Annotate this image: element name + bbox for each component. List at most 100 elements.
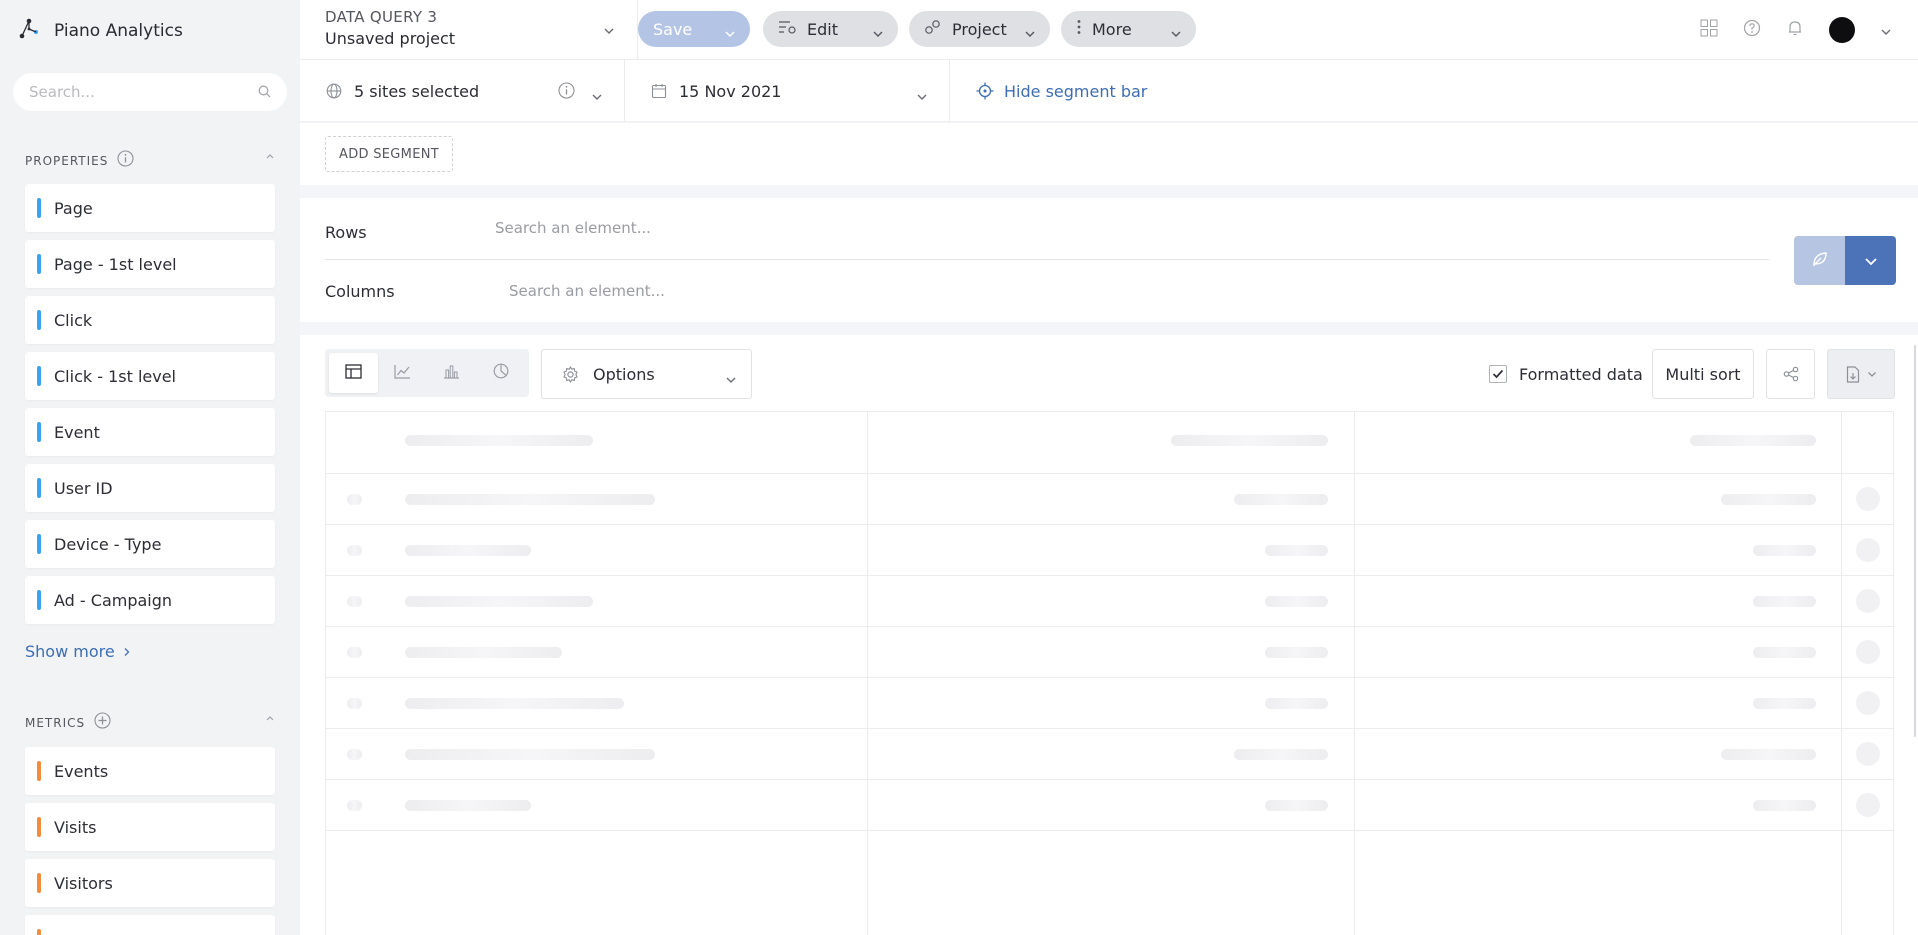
skeleton-bar — [1234, 749, 1328, 760]
chevron-down-icon — [1024, 23, 1036, 42]
sidebar-search[interactable] — [13, 73, 287, 111]
save-label: Save — [653, 19, 693, 39]
multi-sort-button[interactable]: Multi sort — [1652, 349, 1754, 399]
metric-item[interactable]: Visits — [25, 803, 275, 851]
chevron-down-icon — [725, 369, 737, 388]
sidebar-search-input[interactable] — [29, 83, 258, 101]
skeleton-bar — [405, 749, 655, 760]
more-icon — [1076, 19, 1082, 39]
more-button[interactable]: More — [1061, 11, 1196, 47]
bar-chart-view-button[interactable] — [427, 353, 476, 393]
visualization-switcher — [325, 349, 529, 397]
save-button[interactable]: Save — [638, 11, 750, 47]
chevron-down-icon — [1170, 23, 1182, 42]
chevron-right-icon — [123, 642, 131, 661]
property-item[interactable]: Click — [25, 296, 275, 344]
more-label: More — [1092, 19, 1132, 39]
skeleton-bar — [405, 800, 531, 811]
filter-bar: 5 sites selected 15 Nov 2021 Hide segmen… — [300, 60, 1918, 122]
pie-chart-view-button[interactable] — [476, 353, 525, 393]
info-icon[interactable] — [558, 82, 575, 103]
add-segment-button[interactable]: ADD SEGMENT — [325, 136, 453, 172]
skeleton-bar — [347, 494, 362, 505]
share-button[interactable] — [1766, 349, 1815, 399]
skeleton-bar — [1753, 596, 1816, 607]
line-chart-icon — [394, 364, 411, 383]
line-chart-view-button[interactable] — [378, 353, 427, 393]
table-row — [326, 780, 1893, 831]
edit-button[interactable]: Edit — [763, 11, 898, 47]
formatted-data-checkbox[interactable] — [1489, 365, 1507, 383]
skeleton-dot — [1856, 640, 1880, 664]
gear-icon — [562, 365, 579, 383]
skeleton-bar — [1265, 596, 1328, 607]
info-icon[interactable] — [117, 150, 134, 171]
chevron-down-icon[interactable] — [1880, 21, 1892, 40]
chevron-down-icon — [1867, 371, 1877, 378]
results-panel: Options Formatted data Multi sort — [300, 335, 1918, 935]
site-selector[interactable]: 5 sites selected — [300, 60, 625, 122]
app-logo[interactable]: Piano Analytics — [18, 18, 183, 44]
run-options-button[interactable] — [1845, 236, 1896, 285]
project-switcher[interactable]: DATA QUERY 3 Unsaved project — [300, 0, 638, 60]
metric-item[interactable]: Events — [25, 747, 275, 795]
top-bar: DATA QUERY 3 Unsaved project Save Edit P… — [300, 0, 1918, 60]
rows-search-input[interactable] — [495, 218, 1095, 237]
date-selector[interactable]: 15 Nov 2021 — [625, 60, 950, 122]
columns-search-input[interactable] — [509, 282, 1109, 300]
table-row — [326, 678, 1893, 729]
project-button[interactable]: Project — [909, 11, 1050, 47]
export-button[interactable] — [1827, 349, 1895, 399]
skeleton-bar — [1171, 435, 1328, 446]
sidebar: Piano Analytics PROPERTIES Page Page - 1… — [0, 0, 300, 935]
skeleton-bar — [405, 698, 624, 709]
query-builder: Rows Columns — [300, 198, 1918, 322]
options-dropdown[interactable]: Options — [541, 349, 752, 399]
hide-segment-bar-label: Hide segment bar — [1004, 81, 1148, 101]
options-label: Options — [593, 364, 655, 384]
chevron-down-icon — [591, 86, 603, 105]
help-icon[interactable] — [1743, 19, 1761, 41]
chevron-up-icon[interactable] — [265, 712, 275, 726]
skeleton-dot — [1856, 691, 1880, 715]
chevron-down-icon[interactable] — [724, 23, 736, 42]
metric-item[interactable]: Visitors — [25, 859, 275, 907]
hide-segment-bar-link[interactable]: Hide segment bar — [976, 60, 1147, 122]
share-icon — [1783, 366, 1799, 382]
table-icon — [345, 363, 362, 383]
property-item[interactable]: Event — [25, 408, 275, 456]
table-view-button[interactable] — [329, 353, 378, 393]
property-item[interactable]: Device - Type — [25, 520, 275, 568]
skeleton-dot — [1856, 793, 1880, 817]
skeleton-bar — [405, 494, 655, 505]
formatted-data-label: Formatted data — [1519, 364, 1643, 384]
columns-row: Columns — [325, 260, 1769, 322]
property-item[interactable]: Page - 1st level — [25, 240, 275, 288]
skeleton-bar — [405, 596, 593, 607]
metric-item-partial[interactable] — [25, 915, 275, 935]
skeleton-bar — [1721, 494, 1816, 505]
property-item[interactable]: Ad - Campaign — [25, 576, 275, 624]
property-item[interactable]: User ID — [25, 464, 275, 512]
formatted-data-toggle[interactable]: Formatted data — [1489, 349, 1643, 399]
property-item[interactable]: Page — [25, 184, 275, 232]
skeleton-bar — [1265, 698, 1328, 709]
project-label: Project — [952, 19, 1007, 39]
avatar[interactable] — [1829, 17, 1855, 43]
show-more-link[interactable]: Show more — [25, 642, 131, 661]
chevron-down-icon — [916, 86, 928, 105]
scrollbar[interactable] — [1914, 345, 1916, 737]
calendar-icon — [651, 83, 667, 99]
property-item[interactable]: Click - 1st level — [25, 352, 275, 400]
metrics-header: METRICS — [25, 712, 275, 733]
add-circle-icon[interactable] — [94, 712, 111, 733]
project-name: Unsaved project — [325, 29, 456, 48]
skeleton-bar — [1753, 545, 1816, 556]
run-query-button[interactable] — [1794, 236, 1845, 285]
project-icon — [924, 19, 942, 39]
table-row — [326, 627, 1893, 678]
skeleton-bar — [405, 435, 593, 446]
grid-icon[interactable] — [1700, 19, 1718, 41]
chevron-up-icon[interactable] — [265, 150, 275, 164]
bell-icon[interactable] — [1786, 19, 1804, 41]
